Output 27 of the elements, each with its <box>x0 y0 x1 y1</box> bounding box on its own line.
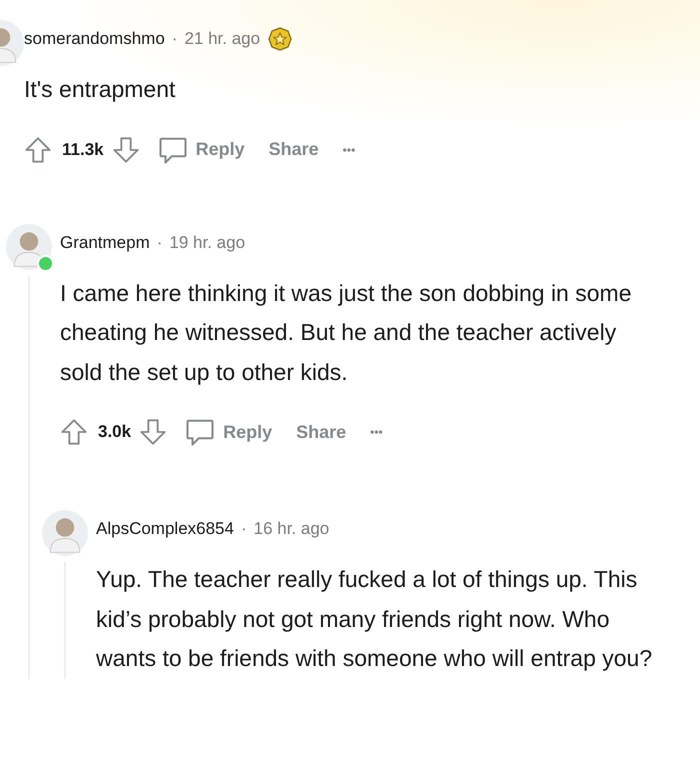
username[interactable]: AlpsComplex6854 <box>96 519 234 539</box>
username[interactable]: Grantmepm <box>60 232 150 252</box>
timestamp: 19 hr. ago <box>169 232 246 252</box>
separator-dot: · <box>240 519 247 539</box>
separator-dot: · <box>172 29 178 49</box>
more-button[interactable]: ••• <box>342 142 356 156</box>
upvote-icon[interactable] <box>24 136 52 164</box>
avatar[interactable] <box>6 224 52 270</box>
downvote-icon[interactable] <box>139 418 168 446</box>
timestamp: 21 hr. ago <box>184 29 260 49</box>
share-button[interactable]: Share <box>296 422 346 442</box>
username[interactable]: somerandomshmo <box>24 29 165 49</box>
comment-text: It's entrapment <box>24 75 176 104</box>
reply-button[interactable]: Reply <box>223 422 272 442</box>
vote-count: 3.0k <box>98 422 132 442</box>
comment-icon[interactable] <box>185 417 216 447</box>
comment-text: I came here thinking it was just the son dobbing in some cheating he witnessed. But he and the teacher actively sold the set up to other kids. <box>60 278 632 387</box>
comment-text: Yup. The teacher really fucked a lot of things up. This kid’s probably not got many friends right now. Who wants to be friends with someone who will entrap you? <box>96 565 654 673</box>
more-button[interactable]: ••• <box>370 425 383 439</box>
share-button[interactable]: Share <box>268 139 319 160</box>
timestamp: 16 hr. ago <box>254 519 330 539</box>
avatar[interactable] <box>42 510 88 556</box>
upvote-icon[interactable] <box>60 418 88 446</box>
reply-button[interactable]: Reply <box>196 139 245 160</box>
downvote-icon[interactable] <box>112 136 140 164</box>
separator-dot: · <box>156 232 162 252</box>
vote-count: 11.3k <box>62 140 104 160</box>
